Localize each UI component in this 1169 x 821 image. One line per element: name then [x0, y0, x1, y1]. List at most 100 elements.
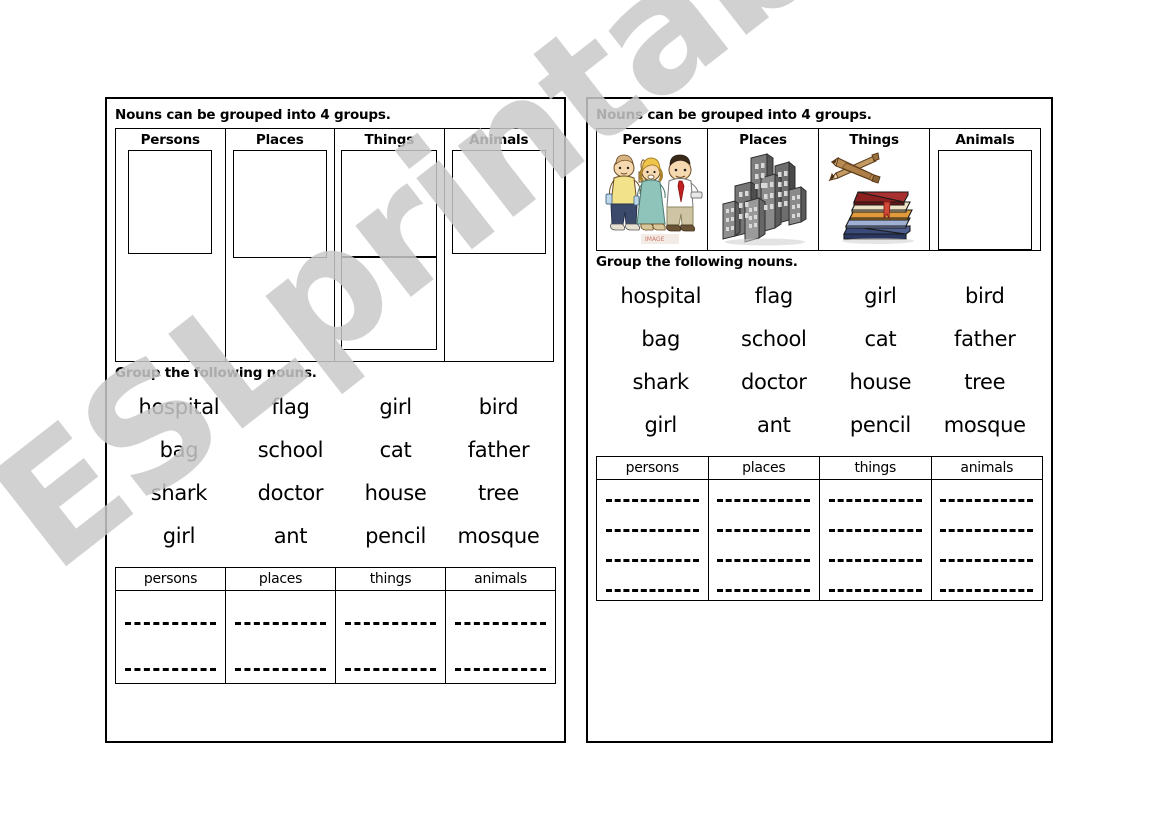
word-item: ant [273, 524, 308, 549]
answer-blank-line[interactable] [446, 591, 555, 637]
answer-header-label: persons [625, 460, 679, 477]
answer-header-cell: things [819, 456, 932, 481]
answer-cell-things[interactable] [819, 479, 932, 602]
answer-blank-line[interactable] [336, 637, 445, 683]
answer-blank-line[interactable] [932, 540, 1043, 570]
answer-blank-line[interactable] [820, 510, 931, 540]
answer-table-right: persons places things animals [596, 456, 1043, 602]
category-cell-things: Things [334, 128, 445, 363]
answer-blank-line[interactable] [709, 540, 820, 570]
word-row: girl ant pencil mosque [121, 524, 550, 548]
word-item: school [741, 327, 807, 352]
answer-blank-line[interactable] [597, 570, 708, 600]
answer-blank-line[interactable] [709, 570, 820, 600]
category-cell-places: Places [224, 128, 335, 363]
category-label-animals: Animals [955, 132, 1015, 149]
answer-header-label: things [369, 571, 412, 588]
word-item: school [257, 438, 324, 463]
category-label-places: Places [255, 132, 304, 149]
answer-header-label: things [854, 460, 896, 477]
word-row: hospital flag girl bird [602, 284, 1037, 308]
category-cell-animals: Animals [443, 128, 554, 363]
word-item: cat [864, 327, 897, 352]
answer-header-label: places [258, 571, 303, 588]
things-image-placeholder-top [341, 150, 438, 259]
answer-cell-persons[interactable] [115, 590, 226, 685]
three-people-icon: IMAGE [605, 154, 703, 245]
answer-blank-line[interactable] [932, 570, 1043, 600]
city-buildings-icon [722, 153, 807, 246]
things-clipart [819, 150, 929, 247]
answer-blank-line[interactable] [820, 570, 931, 600]
answer-blank-line[interactable] [226, 637, 335, 683]
answer-cell-things[interactable] [335, 590, 446, 685]
svg-text:IMAGE: IMAGE [645, 236, 665, 243]
word-bank-right: hospital flag girl bird bag school cat f… [588, 284, 1051, 437]
persons-clipart: IMAGE [597, 150, 707, 247]
word-item: girl [864, 284, 897, 309]
answer-header-row: persons places things animals [596, 456, 1043, 481]
category-row: Persons IMAGE Places Things Animals [596, 128, 1041, 252]
word-item: father [467, 438, 530, 463]
animals-image-placeholder [938, 150, 1032, 251]
answer-header-cell: persons [596, 456, 709, 481]
answer-header-cell: persons [115, 567, 226, 592]
answer-blank-line[interactable] [709, 480, 820, 510]
answer-blank-line[interactable] [597, 510, 708, 540]
worksheet-panel-left: Nouns can be grouped into 4 groups. Pers… [105, 97, 566, 743]
answer-blank-line[interactable] [932, 480, 1043, 510]
word-item: pencil [365, 524, 427, 549]
answer-cell-animals[interactable] [930, 479, 1043, 602]
answer-blank-line[interactable] [116, 591, 225, 637]
word-item: shark [632, 370, 690, 395]
word-item: bag [159, 438, 199, 463]
things-image-placeholder-bottom [341, 258, 438, 351]
category-label-persons: Persons [140, 132, 200, 149]
answer-cell-places[interactable] [707, 479, 820, 602]
category-label-places: Places [739, 132, 787, 149]
word-item: bag [641, 327, 681, 352]
word-item: tree [964, 370, 1006, 395]
answer-header-label: animals [474, 571, 527, 588]
answer-blank-line[interactable] [597, 540, 708, 570]
worksheet-panel-right: Nouns can be grouped into 4 groups. Pers… [586, 97, 1053, 743]
category-label-things: Things [849, 132, 899, 149]
category-label-things: Things [364, 132, 415, 149]
category-label-animals: Animals [469, 132, 529, 149]
answer-blank-line[interactable] [116, 637, 225, 683]
word-item: mosque [943, 413, 1026, 438]
answer-header-cell: animals [445, 567, 556, 592]
word-row: hospital flag girl bird [121, 395, 550, 419]
answer-table-left: persons places things animals [115, 567, 556, 685]
animals-image-placeholder [451, 150, 546, 255]
answer-blank-line[interactable] [709, 510, 820, 540]
answer-header-cell: places [225, 567, 336, 592]
instruction-text-left: Group the following nouns. [115, 365, 317, 382]
answer-header-label: persons [143, 571, 198, 588]
answer-blank-line[interactable] [226, 591, 335, 637]
word-item: girl [379, 395, 412, 420]
word-item: house [364, 481, 427, 506]
answer-blank-line[interactable] [820, 540, 931, 570]
answer-cell-places[interactable] [225, 590, 336, 685]
answer-blank-line[interactable] [336, 591, 445, 637]
intro-text-right: Nouns can be grouped into 4 groups. [596, 107, 872, 123]
category-label-persons: Persons [622, 132, 682, 149]
answer-blank-line[interactable] [820, 480, 931, 510]
answer-cell-animals[interactable] [445, 590, 556, 685]
answer-cell-persons[interactable] [596, 479, 709, 602]
word-item: flag [271, 395, 310, 420]
word-row: shark doctor house tree [121, 481, 550, 505]
pencils-and-books-icon [828, 152, 914, 245]
category-cell-persons: Persons [115, 128, 226, 363]
category-cell-things: Things [818, 128, 930, 252]
category-row: Persons Places Things Animals [115, 128, 554, 363]
answer-blank-line[interactable] [932, 510, 1043, 540]
word-item: tree [477, 481, 520, 506]
word-item: ant [757, 413, 791, 438]
word-item: house [849, 370, 912, 395]
word-item: girl [162, 524, 196, 549]
word-item: pencil [849, 413, 911, 438]
answer-blank-line[interactable] [446, 637, 555, 683]
answer-blank-line[interactable] [597, 480, 708, 510]
